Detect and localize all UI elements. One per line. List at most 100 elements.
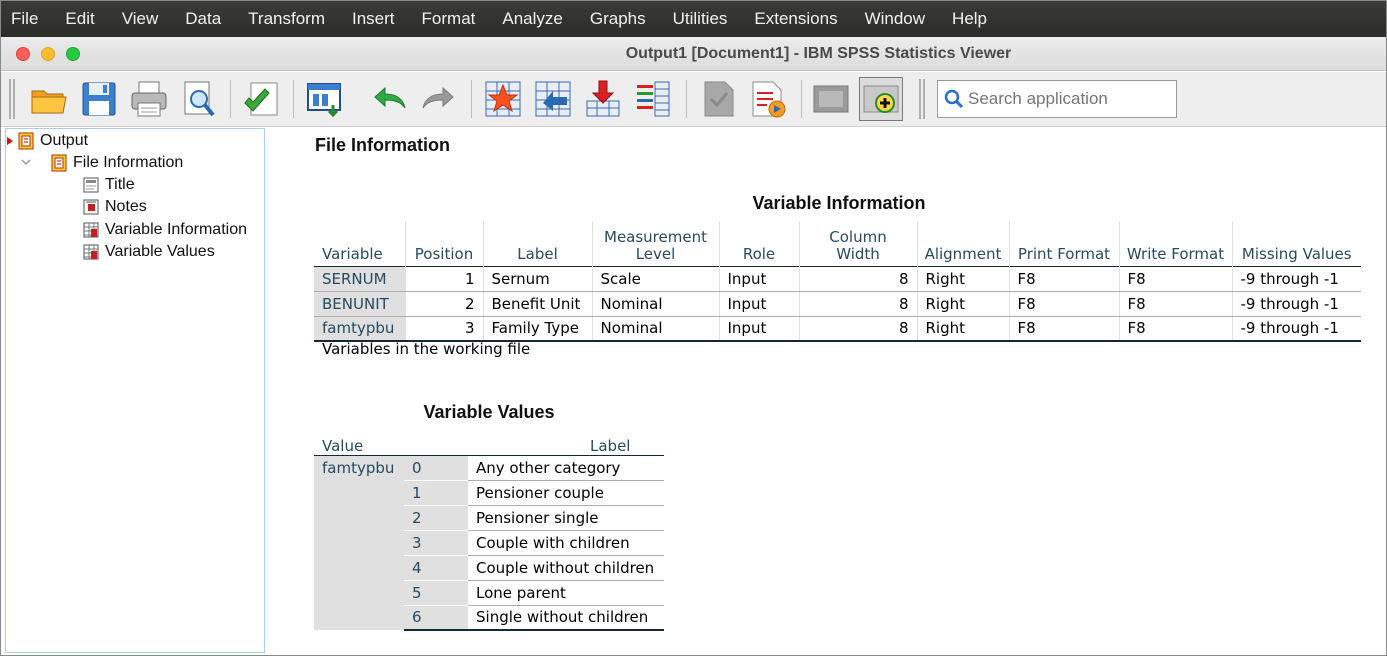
pivot-table-icon: [83, 244, 99, 260]
outline-item-notes[interactable]: Notes: [82, 196, 147, 218]
outline-label-title: Title: [105, 176, 135, 193]
output-book-icon: [51, 154, 67, 172]
save-icon[interactable]: [77, 77, 121, 121]
cell-alignment: Right: [916, 291, 1009, 317]
menu-transform[interactable]: Transform: [248, 9, 325, 29]
outline-pane: Output File Information Title Notes Vari…: [5, 128, 265, 653]
outline-item-title[interactable]: Title: [82, 174, 135, 196]
cell-position: 3: [404, 316, 483, 342]
cell-measurement-level: Scale: [591, 266, 719, 292]
goto-data-icon[interactable]: [481, 77, 525, 121]
column-header-measurement-level: Measurement Level: [591, 221, 719, 266]
menu-help[interactable]: Help: [952, 9, 987, 29]
cell-value-label: Couple without children: [468, 555, 664, 581]
toolbar-grip[interactable]: [919, 79, 925, 119]
export-icon[interactable]: [239, 77, 283, 121]
variable-values-title: Variable Values: [423, 402, 555, 422]
recall-dialog-icon[interactable]: [303, 77, 347, 121]
cell-value-code: 3: [404, 530, 468, 556]
window-title-bar: Output1 [Document1] - IBM SPSS Statistic…: [1, 37, 1386, 71]
column-header-value: Value: [322, 436, 364, 455]
variable-information-title: Variable Information: [752, 193, 926, 213]
cell-missing-values: -9 through -1: [1231, 291, 1361, 317]
cell-alignment: Right: [916, 266, 1009, 292]
cell-variable: famtypbu: [314, 316, 405, 342]
menu-format[interactable]: Format: [422, 9, 476, 29]
menu-edit[interactable]: Edit: [65, 9, 94, 29]
cell-variable: BENUNIT: [314, 291, 405, 317]
undo-icon[interactable]: [367, 77, 411, 121]
cell-value-code: 5: [404, 580, 468, 606]
table-header-row: Variable Position Label Measurement Leve…: [314, 221, 1361, 266]
menu-utilities[interactable]: Utilities: [673, 9, 728, 29]
outline-label-notes: Notes: [105, 198, 147, 215]
cell-measurement-level: Nominal: [591, 316, 719, 342]
output-content-pane: File Information Variable Information Va…: [271, 128, 1383, 653]
cell-value-code: 0: [404, 455, 468, 481]
variables-icon[interactable]: [631, 77, 675, 121]
output-book-icon: [18, 132, 34, 150]
cell-role: Input: [718, 316, 799, 342]
variable-values-table[interactable]: Value Label famtypbu 0 Any other categor…: [314, 432, 664, 631]
cell-write-format: F8: [1118, 316, 1232, 342]
collapse-icon[interactable]: [809, 77, 853, 121]
cell-value-label: Pensioner couple: [468, 480, 664, 506]
print-icon[interactable]: [127, 77, 171, 121]
cell-position: 1: [404, 266, 483, 292]
current-item-arrow-icon: [7, 137, 13, 145]
cell-column-width: 8: [798, 316, 917, 342]
column-header-write-format: Write Format: [1118, 221, 1232, 266]
cell-measurement-level: Nominal: [591, 291, 719, 317]
menu-data[interactable]: Data: [185, 9, 221, 29]
menu-extensions[interactable]: Extensions: [754, 9, 837, 29]
script-icon[interactable]: [747, 77, 791, 121]
cell-print-format: F8: [1008, 316, 1119, 342]
designate-window-icon[interactable]: [697, 77, 741, 121]
cell-label: Sernum: [482, 266, 592, 292]
table-row: BENUNIT 2 Benefit Unit Nominal Input 8 R…: [314, 291, 1361, 317]
menu-file[interactable]: File: [11, 9, 38, 29]
goto-case-icon[interactable]: [531, 77, 575, 121]
column-header-role: Role: [718, 221, 799, 266]
outline-label-variable-information: Variable Information: [105, 221, 247, 238]
menu-analyze[interactable]: Analyze: [502, 9, 562, 29]
search-input[interactable]: [968, 89, 1168, 109]
cell-write-format: F8: [1118, 266, 1232, 292]
chevron-down-icon[interactable]: [21, 157, 31, 167]
table-row: famtypbu 3 Family Type Nominal Input 8 R…: [314, 316, 1361, 342]
cell-variable: SERNUM: [314, 266, 405, 292]
cell-missing-values: -9 through -1: [1231, 266, 1361, 292]
toolbar-grip[interactable]: [9, 79, 15, 119]
cell-value-label: Any other category: [468, 455, 664, 481]
cell-value-label: Single without children: [468, 605, 664, 631]
cell-value-code: 4: [404, 555, 468, 581]
cell-value-code: 1: [404, 480, 468, 506]
expand-icon[interactable]: [859, 77, 903, 121]
menu-window[interactable]: Window: [865, 9, 925, 29]
open-icon[interactable]: [27, 77, 71, 121]
print-preview-icon[interactable]: [177, 77, 221, 121]
cell-write-format: F8: [1118, 291, 1232, 317]
cell-print-format: F8: [1008, 266, 1119, 292]
outline-item-variable-information[interactable]: Variable Information: [82, 219, 247, 241]
variable-information-footnote: Variables in the working file: [322, 340, 531, 358]
cell-value-label: Pensioner single: [468, 505, 664, 531]
redo-icon[interactable]: [417, 77, 461, 121]
insert-variable-icon[interactable]: [581, 77, 625, 121]
cell-value-label: Couple with children: [468, 530, 664, 556]
cell-role: Input: [718, 291, 799, 317]
search-field[interactable]: [937, 80, 1177, 118]
menu-insert[interactable]: Insert: [352, 9, 395, 29]
variable-information-table[interactable]: Variable Position Label Measurement Leve…: [314, 221, 1361, 342]
cell-value-code: 6: [404, 605, 468, 631]
outline-item-file-information[interactable]: File Information: [50, 152, 183, 174]
outline-item-variable-values[interactable]: Variable Values: [82, 241, 215, 263]
title-icon: [83, 177, 99, 193]
spss-viewer-screen: File Edit View Data Transform Insert For…: [0, 0, 1387, 656]
cell-role: Input: [718, 266, 799, 292]
menu-view[interactable]: View: [122, 9, 159, 29]
file-information-heading[interactable]: File Information: [315, 135, 450, 156]
outline-item-output[interactable]: Output: [17, 130, 88, 152]
window-title: Output1 [Document1] - IBM SPSS Statistic…: [625, 45, 1012, 62]
menu-graphs[interactable]: Graphs: [590, 9, 646, 29]
